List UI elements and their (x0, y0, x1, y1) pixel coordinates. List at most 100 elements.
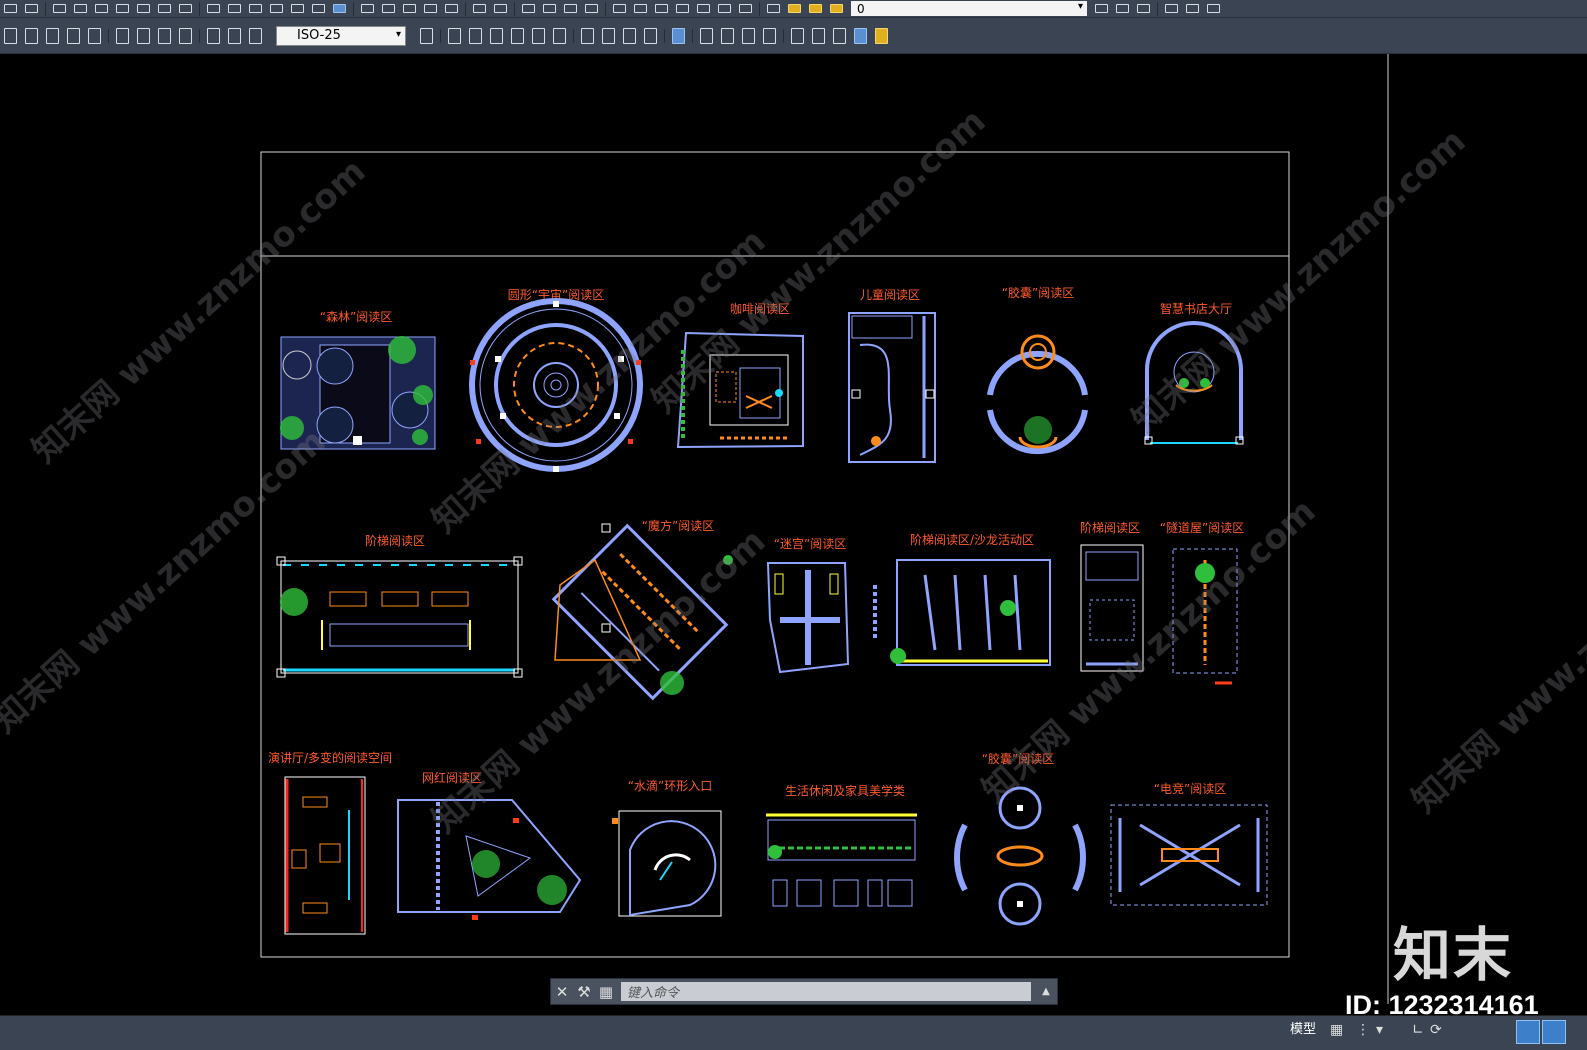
tolerance-icon[interactable] (114, 26, 131, 46)
overkill-icon[interactable] (698, 26, 715, 46)
layer-tool6-icon[interactable] (551, 26, 568, 46)
disk-icon[interactable] (247, 2, 264, 15)
block-editor-icon[interactable] (443, 2, 460, 15)
group-icon[interactable] (670, 26, 687, 46)
toolbar-separator (1157, 1, 1158, 16)
check-icon[interactable] (789, 26, 806, 46)
zoom-previous-icon[interactable] (583, 2, 600, 15)
dim-baseline-icon[interactable] (23, 26, 40, 46)
zoom-realtime-icon[interactable] (541, 2, 558, 15)
printer-icon[interactable] (268, 2, 285, 15)
layer-tool4-icon[interactable] (509, 26, 526, 46)
layer-walk-icon[interactable] (1163, 2, 1180, 15)
otrack-toggle[interactable] (1542, 1020, 1566, 1044)
design-center-icon[interactable] (632, 2, 649, 15)
grid-icon[interactable]: ▦ (1330, 1022, 1343, 1038)
help-icon[interactable] (177, 2, 194, 15)
open-icon[interactable] (72, 2, 89, 15)
area-label: 阶梯阅读区 (1080, 521, 1140, 535)
layer-isolate-icon[interactable] (1184, 2, 1201, 15)
redo-icon[interactable] (23, 2, 40, 15)
tool-palettes-icon[interactable] (653, 2, 670, 15)
chevron-down-icon[interactable]: ▾ (1376, 1022, 1383, 1038)
lock-icon[interactable] (828, 2, 845, 15)
quickcalc-icon[interactable] (716, 2, 733, 15)
sun-icon[interactable] (807, 2, 824, 15)
layer-tool5-icon[interactable] (530, 26, 547, 46)
brush-icon[interactable] (873, 26, 890, 46)
pencil-icon[interactable] (740, 26, 757, 46)
dim-continue-icon[interactable] (44, 26, 61, 46)
command-input[interactable]: 键入命令 (621, 982, 1031, 1001)
zoom-window-icon[interactable] (562, 2, 579, 15)
chevron-up-icon[interactable]: ▲ (1035, 986, 1057, 997)
area-label: 生活休闲及家具美学类 (785, 783, 905, 798)
folder-icon[interactable] (226, 2, 243, 15)
tool-c-icon[interactable] (852, 26, 869, 46)
redo2-icon[interactable] (492, 2, 509, 15)
layer-dropdown[interactable]: 0 ▾ (851, 1, 1087, 16)
inspect-icon[interactable] (156, 26, 173, 46)
layer-state-icon[interactable] (1093, 2, 1110, 15)
layer-tool1-icon[interactable] (446, 26, 463, 46)
area-label: “胶囊”阅读区 (982, 751, 1054, 766)
undo-icon[interactable] (2, 2, 19, 15)
layer-tool3-icon[interactable] (488, 26, 505, 46)
plot-icon[interactable] (114, 2, 131, 15)
dimstyle-manager-icon[interactable] (418, 26, 435, 46)
dim-update-icon[interactable] (247, 26, 264, 46)
dim-ordinate-icon[interactable] (65, 26, 82, 46)
layer-tool2-icon[interactable] (467, 26, 484, 46)
layer-tool9-icon[interactable] (621, 26, 638, 46)
paste-icon[interactable] (401, 2, 418, 15)
wrench-icon[interactable]: ⚒ (573, 983, 595, 1001)
osnap-toggle[interactable] (1516, 1020, 1540, 1044)
model-tab[interactable]: 模型 (1290, 1018, 1316, 1037)
make-current-icon[interactable] (1135, 2, 1152, 15)
dim-edit-icon[interactable] (205, 26, 222, 46)
layer-previous-icon[interactable] (1114, 2, 1131, 15)
markup-icon[interactable] (695, 2, 712, 15)
match-properties-icon[interactable] (422, 2, 439, 15)
properties-icon[interactable] (611, 2, 628, 15)
drawing-canvas[interactable]: “森林”阅读区 圆形“宇宙”阅读区 咖啡阅读区 儿童阅读区 “胶囊”阅读区 智慧书店大厅阶… (0, 54, 1587, 1004)
dim-text-edit-icon[interactable] (226, 26, 243, 46)
bulb-icon[interactable] (786, 2, 803, 15)
grid-tool-icon[interactable] (761, 26, 778, 46)
dim-space-icon[interactable] (86, 26, 103, 46)
command-prompt-icon[interactable]: ▦ (595, 983, 617, 1001)
area-label: “电竞”阅读区 (1154, 782, 1226, 796)
dim-linear-icon[interactable] (2, 26, 19, 46)
tool-b-icon[interactable] (831, 26, 848, 46)
layer-properties-icon[interactable] (765, 2, 782, 15)
layer-tool8-icon[interactable] (600, 26, 617, 46)
preview-icon[interactable] (289, 2, 306, 15)
close-icon[interactable]: ✕ (551, 983, 573, 1001)
calculator-icon[interactable] (156, 2, 173, 15)
pan-icon[interactable] (520, 2, 537, 15)
tool-a-icon[interactable] (810, 26, 827, 46)
jogged-linear-icon[interactable] (177, 26, 194, 46)
snap-icon[interactable]: ⋮ (1356, 1022, 1370, 1038)
print-icon[interactable] (135, 2, 152, 15)
dimstyle-dropdown[interactable]: ISO-25 ▾ (276, 25, 406, 46)
drawing-svg[interactable]: “森林”阅读区圆形“宇宙”阅读区咖啡阅读区儿童阅读区 “胶囊”阅读区智慧书店大厅阶… (0, 54, 1587, 1004)
save-icon[interactable] (93, 2, 110, 15)
center-mark-icon[interactable] (135, 26, 152, 46)
layer-freeze-icon[interactable] (1205, 2, 1222, 15)
new-icon[interactable] (51, 2, 68, 15)
qnew-icon[interactable] (205, 2, 222, 15)
cut-icon[interactable] (359, 2, 376, 15)
help2-icon[interactable] (737, 2, 754, 15)
publish-icon[interactable] (310, 2, 327, 15)
layer-tool7-icon[interactable] (579, 26, 596, 46)
polar-icon[interactable]: ⟳ (1430, 1022, 1442, 1038)
sheet-set-icon[interactable] (674, 2, 691, 15)
ortho-icon[interactable]: ∟ (1412, 1022, 1424, 1038)
layer-tool10-icon[interactable] (642, 26, 659, 46)
undo2-icon[interactable] (471, 2, 488, 15)
area-label: 阶梯阅读区/沙龙活动区 (910, 533, 1034, 547)
eraser-icon[interactable] (719, 26, 736, 46)
globe-icon[interactable] (331, 2, 348, 15)
copy-icon[interactable] (380, 2, 397, 15)
